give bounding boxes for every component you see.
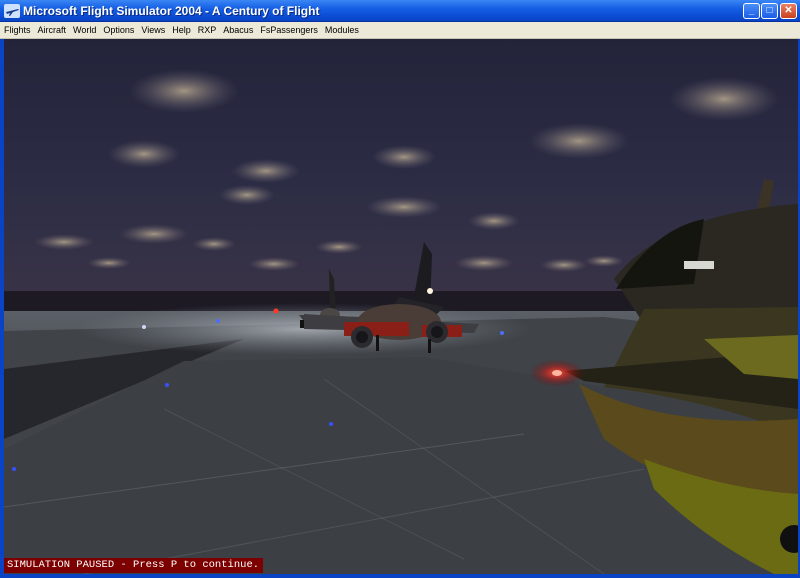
maximize-button[interactable]: □ (761, 3, 778, 19)
menu-flights[interactable]: Flights (4, 22, 31, 39)
window-frame-left (0, 39, 4, 578)
red-beacon-light (529, 359, 585, 387)
close-icon: ✕ (784, 5, 793, 16)
title-bar[interactable]: Microsoft Flight Simulator 2004 - A Cent… (0, 0, 800, 22)
menu-rxp[interactable]: RXP (198, 22, 217, 39)
simulator-viewport[interactable] (4, 39, 798, 574)
menu-abacus[interactable]: Abacus (223, 22, 253, 39)
app-plane-icon (4, 4, 20, 18)
window-frame-bottom (0, 574, 800, 578)
close-button[interactable]: ✕ (780, 3, 797, 19)
window-title: Microsoft Flight Simulator 2004 - A Cent… (23, 4, 320, 18)
simulation-paused-message: SIMULATION PAUSED - Press P to continue. (4, 558, 264, 573)
minimize-button[interactable]: _ (743, 3, 760, 19)
menu-aircraft[interactable]: Aircraft (38, 22, 67, 39)
menu-fspassengers[interactable]: FsPassengers (260, 22, 318, 39)
maximize-icon: □ (766, 5, 773, 16)
menu-help[interactable]: Help (172, 22, 191, 39)
menu-views[interactable]: Views (141, 22, 165, 39)
minimize-icon: _ (748, 5, 755, 16)
menu-bar: Flights Aircraft World Options Views Hel… (0, 22, 800, 39)
menu-modules[interactable]: Modules (325, 22, 359, 39)
menu-world[interactable]: World (73, 22, 96, 39)
app-window: Microsoft Flight Simulator 2004 - A Cent… (0, 0, 800, 578)
menu-options[interactable]: Options (103, 22, 134, 39)
